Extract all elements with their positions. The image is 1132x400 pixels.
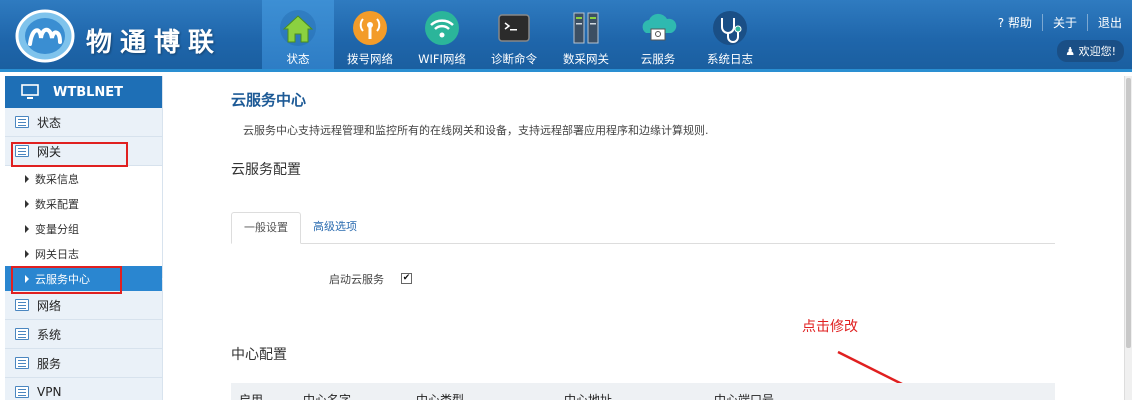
sidebar-item-label: VPN (37, 385, 62, 399)
stethoscope-icon (713, 11, 747, 45)
col-address: 中心地址 (564, 393, 613, 400)
nav-syslog-label: 系统日志 (707, 52, 753, 66)
center-table-header: 启用 中心名字 中心类型 中心地址 中心端口号 (231, 383, 1055, 400)
tab-advanced[interactable]: 高级选项 (301, 212, 369, 244)
home-icon (280, 10, 316, 46)
col-name: 中心名字 (303, 393, 352, 400)
dialup-icon (353, 11, 387, 45)
list-icon (15, 328, 29, 340)
logout-link[interactable]: 退出 (1086, 14, 1122, 31)
help-link[interactable]: ? 帮助 (998, 14, 1032, 31)
logo-icon (15, 9, 75, 63)
sidebar-item-label: 服务 (37, 356, 62, 371)
checkmark-icon: ✔ (402, 273, 411, 283)
sidebar: WTBLNET 状态 网关 数采信息 数采配置 变量分组 网关日志 云服务中心 … (5, 76, 170, 400)
about-link[interactable]: 关于 (1041, 14, 1077, 31)
sidebar-item-status[interactable]: 状态 (5, 108, 162, 137)
annotation-text: 点击修改 (802, 319, 858, 335)
nav-wifi-label: WIFI网络 (418, 52, 466, 66)
nav-dialup[interactable]: 拨号网络 (334, 0, 406, 72)
nav-gateway[interactable]: 数采网关 (550, 0, 622, 72)
sidebar-sub-label: 变量分组 (35, 222, 79, 236)
sidebar-sub-variable-group[interactable]: 变量分组 (5, 216, 162, 241)
nav-syslog[interactable]: 系统日志 (694, 0, 766, 72)
sidebar-sub-collect-config[interactable]: 数采配置 (5, 191, 162, 216)
sidebar-item-system[interactable]: 系统 (5, 320, 162, 349)
sidebar-item-label: 系统 (37, 327, 62, 342)
nav-cloud-label: 云服务 (640, 52, 676, 66)
sidebar-item-network[interactable]: 网络 (5, 291, 162, 320)
help-icon: ? (997, 16, 1005, 30)
user-icon: ♟ (1065, 45, 1076, 58)
monitor-icon (21, 84, 39, 99)
enable-cloud-checkbox[interactable]: ✔ (401, 273, 412, 284)
terminal-icon (498, 14, 530, 42)
page-description: 云服务中心支持远程管理和监控所有的在线网关和设备，支持远程部署应用程序和边缘计算… (243, 124, 709, 137)
sidebar-item-vpn[interactable]: VPN (5, 378, 162, 400)
sidebar-item-service[interactable]: 服务 (5, 349, 162, 378)
highlight-cloud-center (11, 266, 122, 294)
nav-cloud[interactable]: 云服务 (622, 0, 694, 72)
list-icon (15, 357, 29, 369)
server-icon (573, 12, 599, 44)
nav-diagnostics-label: 诊断命令 (491, 52, 537, 66)
section-center-config: 中心配置 (231, 347, 287, 363)
top-header: 物通博联 状态 拨号网络 WIFI网络 诊断命令 数采网关 云服务 系统日志 ?… (0, 0, 1132, 72)
col-type: 中心类型 (416, 393, 465, 400)
section-cloud-config: 云服务配置 (231, 162, 301, 178)
col-port: 中心端口号 (714, 393, 775, 400)
nav-dialup-label: 拨号网络 (347, 52, 393, 66)
list-icon (15, 386, 29, 398)
caret-right-icon (25, 224, 29, 233)
highlight-gateway (11, 142, 128, 167)
nav-diagnostics[interactable]: 诊断命令 (478, 0, 550, 72)
sidebar-title-label: WTBLNET (53, 84, 124, 100)
enable-cloud-label: 启动云服务 (329, 273, 384, 286)
sidebar-item-label: 网络 (37, 298, 62, 313)
main-nav: 状态 拨号网络 WIFI网络 诊断命令 数采网关 云服务 系统日志 (262, 0, 766, 72)
nav-status[interactable]: 状态 (262, 0, 334, 72)
welcome-badge[interactable]: ♟ 欢迎您! (1057, 40, 1124, 62)
caret-right-icon (25, 249, 29, 258)
col-enable: 启用 (239, 393, 264, 400)
brand-name: 物通博联 (86, 28, 223, 58)
list-icon (15, 299, 29, 311)
sidebar-sub-label: 数采配置 (35, 197, 79, 211)
tab-bar: 一般设置 高级选项 (231, 212, 1055, 244)
main-content: 云服务中心 云服务中心支持远程管理和监控所有的在线网关和设备，支持远程部署应用程… (175, 76, 1125, 400)
nav-wifi[interactable]: WIFI网络 (406, 0, 478, 72)
sidebar-sub-gateway-log[interactable]: 网关日志 (5, 241, 162, 266)
help-label: 帮助 (1007, 16, 1032, 30)
cloud-icon (642, 13, 677, 41)
nav-status-label: 状态 (286, 52, 310, 66)
sidebar-sub-label: 网关日志 (35, 247, 79, 261)
scrollbar-thumb[interactable] (1126, 78, 1131, 348)
sidebar-sub-collect-info[interactable]: 数采信息 (5, 166, 162, 191)
tab-general[interactable]: 一般设置 (231, 212, 301, 244)
nav-gateway-label: 数采网关 (563, 52, 609, 66)
sidebar-title: WTBLNET (5, 76, 162, 108)
welcome-label: 欢迎您! (1078, 45, 1116, 58)
caret-right-icon (25, 174, 29, 183)
sidebar-sub-label: 数采信息 (35, 172, 79, 186)
sidebar-item-label: 状态 (37, 115, 62, 130)
wifi-icon (425, 11, 459, 45)
top-links: ? 帮助 关于 退出 (998, 14, 1122, 31)
caret-right-icon (25, 199, 29, 208)
page-title: 云服务中心 (231, 91, 307, 109)
list-icon (15, 116, 29, 128)
vertical-scrollbar[interactable] (1124, 76, 1132, 400)
